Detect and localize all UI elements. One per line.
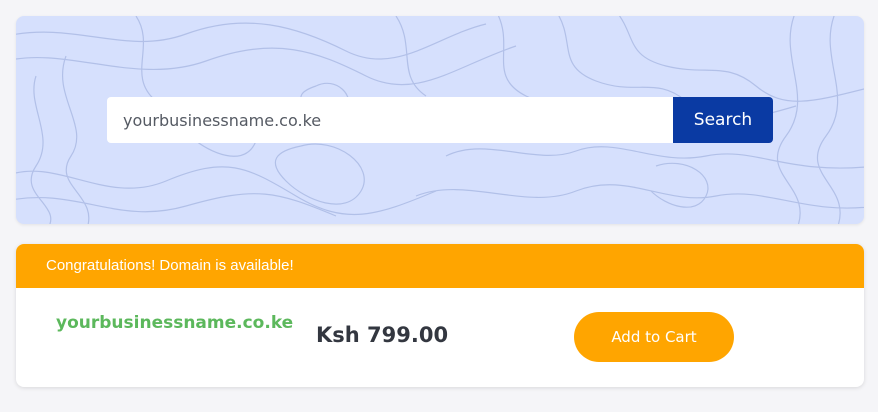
search-bar: Search bbox=[107, 97, 773, 143]
add-to-cart-button[interactable]: Add to Cart bbox=[574, 312, 734, 362]
domain-price: Ksh 799.00 bbox=[316, 323, 449, 347]
availability-banner: Congratulations! Domain is available! bbox=[16, 244, 864, 288]
domain-search-panel: Search bbox=[16, 16, 864, 224]
domain-result-card: Congratulations! Domain is available! yo… bbox=[16, 244, 864, 387]
domain-search-input[interactable] bbox=[107, 97, 673, 143]
available-domain-name: yourbusinessname.co.ke bbox=[56, 313, 294, 333]
search-button[interactable]: Search bbox=[673, 97, 773, 143]
